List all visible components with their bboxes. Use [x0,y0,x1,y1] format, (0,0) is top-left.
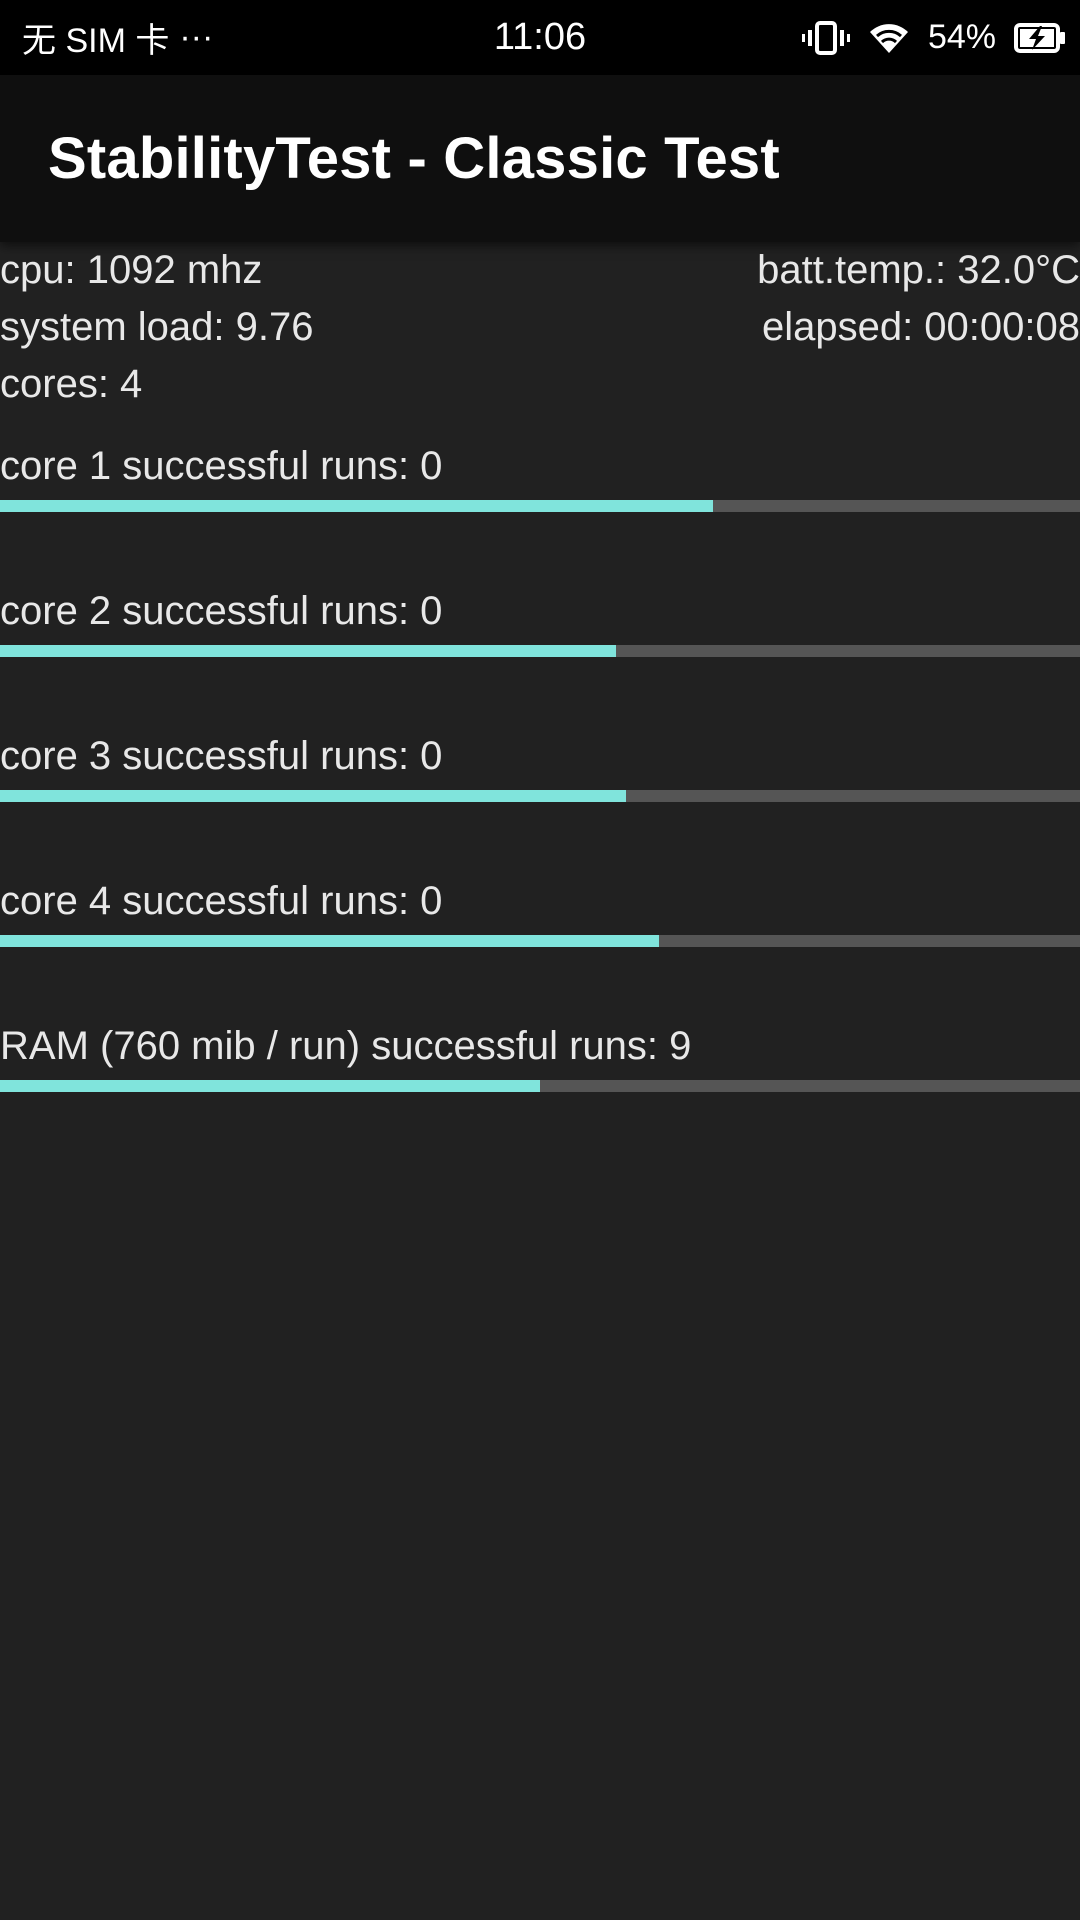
progress-bar [0,500,1080,512]
test-label: RAM (760 mib / run) successful runs: 9 [0,1024,692,1068]
vibrate-icon [801,20,850,55]
progress-bar [0,790,1080,802]
progress-bar [0,935,1080,947]
progress-fill [0,645,616,657]
progress-fill [0,500,713,512]
progress-fill [0,790,627,802]
test-label: core 1 successful runs: 0 [0,444,443,488]
battery-temperature: batt.temp.: 32.0°C [757,248,1080,292]
test-core-1: core 1 successful runs: 0 [0,413,1080,558]
test-label: core 4 successful runs: 0 [0,879,443,923]
test-core-4: core 4 successful runs: 0 [0,848,1080,993]
status-right: 54% [801,0,1066,75]
main-content: cpu: 1092 mhz batt.temp.: 32.0°C system … [0,242,1080,1138]
system-load: system load: 9.76 [0,305,314,349]
carrier-label: 无 SIM 卡 [22,22,170,60]
battery-percent: 54% [927,18,996,56]
status-left: 无 SIM 卡 ··· [22,0,213,75]
test-label: core 3 successful runs: 0 [0,734,443,778]
app-bar: StabilityTest - Classic Test [0,75,1080,242]
info-row-1: cpu: 1092 mhz batt.temp.: 32.0°C [0,242,1080,299]
progress-bar [0,1080,1080,1092]
battery-charging-icon [1014,22,1066,54]
test-core-2: core 2 successful runs: 0 [0,558,1080,703]
core-count: cores: 4 [0,362,143,406]
progress-fill [0,1080,540,1092]
elapsed-time: elapsed: 00:00:08 [761,305,1080,349]
progress-fill [0,935,659,947]
info-row-3: cores: 4 [0,356,1080,413]
test-label: core 2 successful runs: 0 [0,589,443,633]
wifi-icon [868,21,910,55]
app-title: StabilityTest - Classic Test [48,126,780,191]
cpu-frequency: cpu: 1092 mhz [0,248,263,292]
progress-bar [0,645,1080,657]
status-bar: 无 SIM 卡 ··· 11:06 54% [0,0,1080,75]
test-core-3: core 3 successful runs: 0 [0,703,1080,848]
test-ram: RAM (760 mib / run) successful runs: 9 [0,993,1080,1138]
more-notifications-icon: ··· [179,18,214,56]
info-row-2: system load: 9.76 elapsed: 00:00:08 [0,299,1080,356]
